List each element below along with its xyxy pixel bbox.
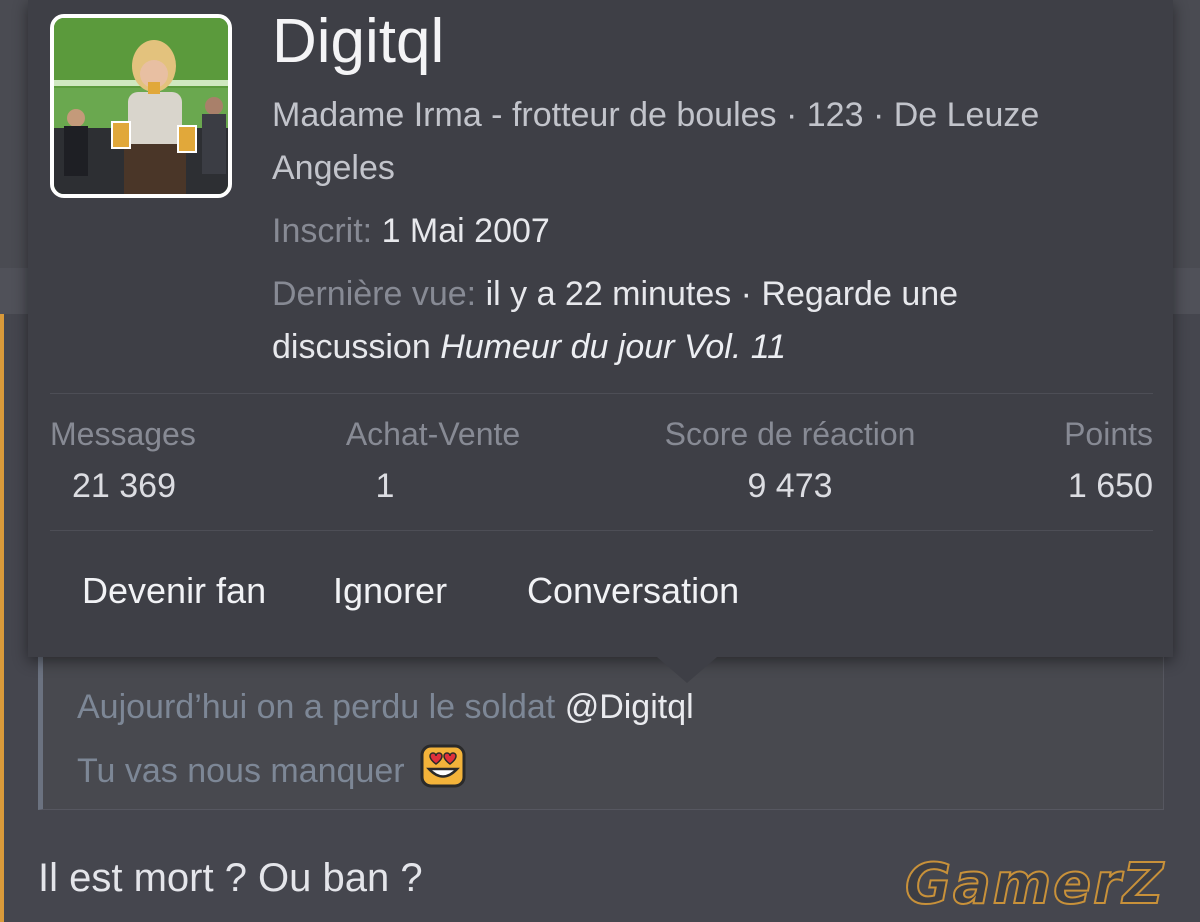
stat-label: Messages: [50, 416, 196, 452]
stats-divider-bottom: [50, 530, 1153, 531]
follow-button[interactable]: Devenir fan: [82, 570, 266, 612]
heart-eyes-emoji-icon: [420, 744, 466, 797]
last-seen-row: Dernière vue: il y a 22 minutes · Regard…: [272, 275, 958, 314]
activity-row: discussion Humeur du jour Vol. 11: [272, 328, 786, 367]
start-conversation-button[interactable]: Conversation: [527, 570, 739, 612]
watermark-logo: GamerZ: [904, 851, 1166, 918]
activity-thread-link[interactable]: Humeur du jour Vol. 11: [440, 328, 786, 366]
member-username[interactable]: Digitql: [272, 6, 444, 77]
activity-prefix: discussion: [272, 328, 431, 366]
stat-label: Score de réaction: [664, 416, 916, 452]
stat-reaction-score[interactable]: Score de réaction 9 473: [655, 416, 925, 506]
stat-label: Achat-Vente: [345, 416, 521, 452]
stat-label: Points: [1064, 416, 1153, 452]
stat-value: 9 473: [747, 467, 833, 505]
stat-achat-vente[interactable]: Achat-Vente 1: [338, 416, 528, 506]
quote-line-2: Tu vas nous manquer: [77, 744, 466, 797]
member-tooltip-card: Digitql Madame Irma - frotteur de boules…: [28, 0, 1173, 657]
stat-value: 21 369: [72, 467, 176, 505]
last-seen-label: Dernière vue:: [272, 275, 477, 313]
joined-row: Inscrit: 1 Mai 2007: [272, 212, 550, 251]
stat-points[interactable]: Points 1 650: [1038, 416, 1153, 506]
member-title-line-1: Madame Irma - frotteur de boules · 123 ·…: [272, 96, 1040, 134]
joined-label: Inscrit:: [272, 212, 373, 250]
stat-messages[interactable]: Messages 21 369: [50, 416, 196, 506]
avatar[interactable]: [50, 14, 232, 198]
user-mention-link[interactable]: @Digitql: [565, 688, 694, 726]
tooltip-arrow: [657, 657, 717, 683]
member-title-line-2: Angeles: [272, 149, 395, 187]
stat-value: 1: [375, 467, 395, 505]
quote-text-1: Aujourd’hui on a perdu le soldat: [77, 688, 556, 726]
stat-value: 1 650: [1067, 467, 1153, 505]
quote-line-1: Aujourd’hui on a perdu le soldat @Digitq…: [77, 688, 694, 727]
joined-value: 1 Mai 2007: [381, 212, 550, 250]
ignore-button[interactable]: Ignorer: [333, 570, 447, 612]
quote-text-2: Tu vas nous manquer: [77, 752, 405, 790]
stats-divider-top: [50, 393, 1153, 394]
post-message-text: Il est mort ? Ou ban ?: [38, 856, 423, 900]
post-quote: Aujourd’hui on a perdu le soldat @Digitq…: [38, 650, 1164, 810]
last-seen-value: il y a 22 minutes · Regarde une: [485, 275, 959, 313]
